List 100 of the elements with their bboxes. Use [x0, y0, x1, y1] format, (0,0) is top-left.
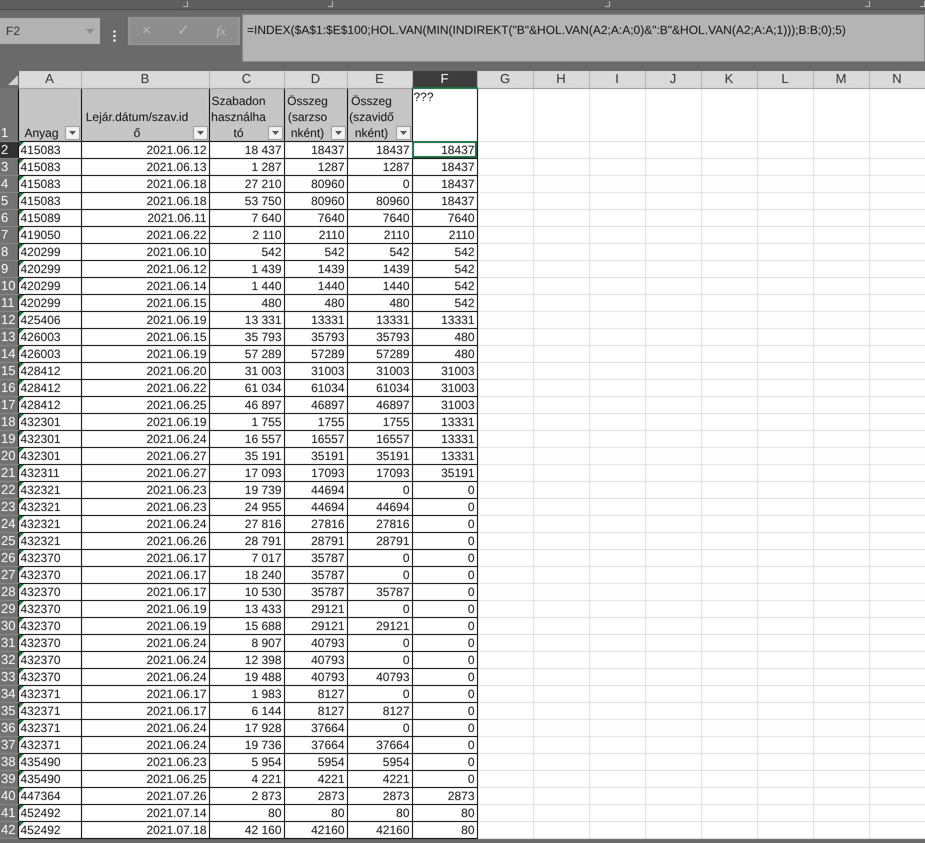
row-header[interactable]: 15: [0, 362, 18, 379]
row-header[interactable]: 33: [0, 668, 18, 685]
column-header[interactable]: L: [757, 71, 813, 88]
dialog-launcher-icon[interactable]: [328, 1, 334, 7]
table-cell: 31003: [347, 362, 412, 379]
table-cell: 18 240: [209, 566, 284, 583]
name-box[interactable]: F2: [0, 18, 100, 44]
row-header[interactable]: 32: [0, 651, 18, 668]
row-header[interactable]: 38: [0, 753, 18, 770]
filter-button[interactable]: [192, 126, 208, 140]
dialog-launcher-icon[interactable]: [182, 1, 188, 7]
row-header[interactable]: 11: [0, 294, 18, 311]
row-header[interactable]: 36: [0, 719, 18, 736]
row-header[interactable]: 23: [0, 498, 18, 515]
row-header[interactable]: 10: [0, 277, 18, 294]
row-header[interactable]: 12: [0, 311, 18, 328]
row-header[interactable]: 5: [0, 192, 18, 209]
table-cell: 1440: [347, 277, 412, 294]
table-cell: 2873: [347, 787, 412, 804]
column-header[interactable]: I: [589, 71, 645, 88]
row-header[interactable]: 7: [0, 226, 18, 243]
table-cell: 18437: [412, 175, 477, 192]
row-header[interactable]: 35: [0, 702, 18, 719]
filter-button[interactable]: [330, 126, 346, 140]
table-cell: 0: [347, 566, 412, 583]
column-header[interactable]: K: [701, 71, 757, 88]
row-header[interactable]: 42: [0, 821, 18, 838]
row-header[interactable]: 6: [0, 209, 18, 226]
row-header[interactable]: 29: [0, 600, 18, 617]
row-header[interactable]: 30: [0, 617, 18, 634]
more-options-icon[interactable]: [112, 30, 116, 42]
table-cell: 1755: [347, 413, 412, 430]
table-cell: 420299: [18, 243, 81, 260]
table-cell: 2021.06.24: [81, 634, 209, 651]
row-header[interactable]: 13: [0, 328, 18, 345]
column-header[interactable]: D: [284, 71, 347, 88]
table-cell: 80: [412, 821, 477, 838]
column-header[interactable]: B: [81, 71, 209, 88]
table-cell: 419050: [18, 226, 81, 243]
row-header[interactable]: 28: [0, 583, 18, 600]
row-header[interactable]: 34: [0, 685, 18, 702]
table-cell: 44694: [284, 498, 347, 515]
row-header[interactable]: 24: [0, 515, 18, 532]
formula-field[interactable]: =INDEX($A$1:$E$100;HOL.VAN(MIN(INDIREKT("B"&HOL.VAN(A2;A:A;0)&":B"&HOL.VAN(A2;A:A;1)));B:B;0);5): [242, 14, 925, 62]
table-cell: 35 793: [209, 328, 284, 345]
column-header[interactable]: H: [533, 71, 589, 88]
table-cell: 428412: [18, 362, 81, 379]
column-header[interactable]: G: [477, 71, 533, 88]
column-header[interactable]: M: [813, 71, 869, 88]
table-cell: 432371: [18, 719, 81, 736]
filter-button[interactable]: [268, 126, 282, 140]
table-cell: 0: [347, 481, 412, 498]
row-header[interactable]: 8: [0, 243, 18, 260]
table-cell: 29121: [284, 600, 347, 617]
row-header[interactable]: 26: [0, 549, 18, 566]
row-header[interactable]: 19: [0, 430, 18, 447]
table-cell: 35787: [284, 583, 347, 600]
table-cell: 18437: [412, 192, 477, 209]
column-header[interactable]: A: [18, 71, 81, 88]
row-header[interactable]: 27: [0, 566, 18, 583]
table-cell: 432371: [18, 736, 81, 753]
row-header[interactable]: 16: [0, 379, 18, 396]
table-cell: 27 210: [209, 175, 284, 192]
row-header[interactable]: 37: [0, 736, 18, 753]
row-header[interactable]: 40: [0, 787, 18, 804]
row-header[interactable]: 9: [0, 260, 18, 277]
row-header[interactable]: 4: [0, 175, 18, 192]
column-header[interactable]: J: [645, 71, 701, 88]
table-cell: 432370: [18, 651, 81, 668]
table-cell: 40793: [284, 651, 347, 668]
row-header[interactable]: 17: [0, 396, 18, 413]
row-header[interactable]: 20: [0, 447, 18, 464]
filter-button[interactable]: [396, 126, 410, 140]
table-cell: 0: [412, 668, 477, 685]
row-header[interactable]: 3: [0, 158, 18, 175]
row-header[interactable]: 25: [0, 532, 18, 549]
table-cell: 432371: [18, 685, 81, 702]
column-header[interactable]: F: [412, 71, 477, 88]
column-header[interactable]: C: [209, 71, 284, 88]
filter-button[interactable]: [64, 126, 80, 140]
table-cell: 2021.06.23: [81, 498, 209, 515]
table-cell: 432370: [18, 617, 81, 634]
table-cell: 2021.06.22: [81, 226, 209, 243]
dialog-launcher-icon[interactable]: [865, 1, 870, 7]
table-cell: 432321: [18, 532, 81, 549]
column-header[interactable]: N: [869, 71, 925, 88]
row-header[interactable]: 41: [0, 804, 18, 821]
row-header[interactable]: 18: [0, 413, 18, 430]
row-header[interactable]: 21: [0, 464, 18, 481]
row-header[interactable]: 2: [0, 141, 18, 158]
table-cell: 80: [412, 804, 477, 821]
dialog-launcher-icon[interactable]: [604, 1, 610, 7]
row-header[interactable]: 14: [0, 345, 18, 362]
column-header[interactable]: E: [347, 71, 412, 88]
dialog-launcher-icon[interactable]: [920, 1, 925, 7]
table-cell: 61 034: [209, 379, 284, 396]
row-header[interactable]: 1: [0, 88, 18, 141]
row-header[interactable]: 22: [0, 481, 18, 498]
row-header[interactable]: 39: [0, 770, 18, 787]
row-header[interactable]: 31: [0, 634, 18, 651]
